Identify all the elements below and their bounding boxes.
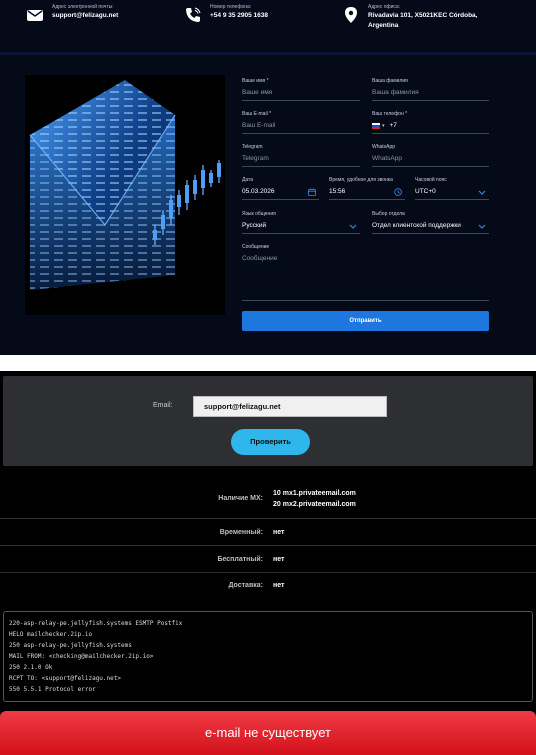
telegram-field: Telegram Telegram <box>242 143 360 167</box>
message-textarea[interactable]: Сообщение <box>242 251 489 301</box>
phone-icon <box>186 7 201 22</box>
email-checker-section: Email: support@felizagu.net Проверить На… <box>0 371 536 755</box>
location-pin-icon <box>345 7 357 23</box>
chevron-down-icon <box>478 224 486 229</box>
whatsapp-field: WhatsApp WhatsApp <box>372 143 489 167</box>
temporary-label: Временный: <box>219 529 263 536</box>
checker-panel: Email: support@felizagu.net Проверить <box>3 376 533 466</box>
contact-phone: Номер телефона: +54 9 35 2905 1638 <box>184 0 268 52</box>
phone-prefix: +7 <box>389 121 397 129</box>
row-divider <box>0 572 536 573</box>
telegram-input[interactable]: Telegram <box>242 151 360 167</box>
mx-label: Наличие MX: <box>218 495 263 502</box>
log-line: 250 2.1.0 Ok <box>9 664 53 671</box>
check-button[interactable]: Проверить <box>231 429 310 455</box>
temporary-value: нет <box>273 529 285 536</box>
free-label: Бесплатный: <box>217 556 263 563</box>
message-field: Сообщение Сообщение <box>242 243 489 301</box>
timezone-field: Часовой пояс UTC+0 <box>415 176 489 200</box>
chevron-down-icon <box>349 224 357 229</box>
clock-icon[interactable] <box>394 188 402 196</box>
email-check-label: Email: <box>153 402 173 409</box>
contact-address: Адрес офиса: Rivadavia 101, X5021KEC Cór… <box>342 0 477 52</box>
timezone-select[interactable]: UTC+0 <box>415 184 489 200</box>
phone-input[interactable]: ▾ +7 <box>372 118 489 134</box>
contact-address-line2: Argentina <box>368 22 399 29</box>
row-divider <box>0 545 536 546</box>
log-line: MAIL FROM: <checking@mailchecker.2ip.io> <box>9 653 154 660</box>
contact-phone-label: Номер телефона: <box>210 4 252 10</box>
contact-address-label: Адрес офиса: <box>368 4 401 10</box>
first-name-field: Ваше имя * Ваше имя <box>242 77 360 101</box>
log-line: 250 asp-relay-pe.jellyfish.systems <box>9 642 132 649</box>
contact-address-line1: Rivadavia 101, X5021KEC Córdoba, <box>368 12 478 19</box>
calendar-icon[interactable] <box>308 188 316 196</box>
contact-email: Адрес электронной почты: support@felizag… <box>26 0 118 52</box>
date-input[interactable]: 05.03.2026 <box>242 184 319 200</box>
result-banner: e-mail не существует <box>0 711 536 755</box>
divider <box>0 52 536 55</box>
email-field: Ваш E-mail * Ваш E-mail <box>242 110 360 134</box>
message-label: Сообщение <box>242 244 270 250</box>
department-field: Выбор отдела Отдел клиентской поддержки <box>372 210 489 234</box>
finance-envelope-illustration <box>25 75 225 315</box>
free-value: нет <box>273 556 285 563</box>
contact-email-label: Адрес электронной почты: <box>52 4 114 10</box>
email-check-input[interactable]: support@felizagu.net <box>193 396 387 417</box>
language-value: Русский <box>242 221 267 229</box>
mail-icon <box>27 10 43 21</box>
mx-record: 10 mx1.privateemail.com <box>273 490 356 497</box>
phone-field: Ваш телефон * ▾ +7 <box>372 110 489 134</box>
department-value: Отдел клиентской поддержки <box>372 221 461 229</box>
contact-form-section: Адрес электронной почты: support@felizag… <box>0 0 536 355</box>
whatsapp-input[interactable]: WhatsApp <box>372 151 489 167</box>
email-input[interactable]: Ваш E-mail <box>242 118 360 134</box>
mx-record: 20 mx2.privateemail.com <box>273 501 356 508</box>
first-name-input[interactable]: Ваше имя <box>242 85 360 101</box>
chevron-down-icon <box>478 190 486 195</box>
time-value: 15:56 <box>329 187 346 195</box>
delivery-value: нет <box>273 582 285 589</box>
log-line: 550 5.5.1 Protocol error <box>9 686 96 693</box>
delivery-label: Доставка: <box>228 582 263 589</box>
timezone-value: UTC+0 <box>415 187 436 195</box>
language-field: Язык общения Русский <box>242 210 360 234</box>
log-line: 220-asp-relay-pe.jellyfish.systems ESMTP… <box>9 620 183 627</box>
log-line: RCPT TO: <support@felizagu.net> <box>9 675 121 682</box>
time-field: Время, удобное для звонка 15:56 <box>329 176 405 200</box>
last-name-input[interactable]: Ваша фамилия <box>372 85 489 101</box>
time-input[interactable]: 15:56 <box>329 184 405 200</box>
contact-phone-value[interactable]: +54 9 35 2905 1638 <box>210 11 268 21</box>
smtp-log: 220-asp-relay-pe.jellyfish.systems ESMTP… <box>3 611 533 702</box>
date-field: Дата 05.03.2026 <box>242 176 319 200</box>
section-separator <box>0 355 536 371</box>
date-value: 05.03.2026 <box>242 187 275 195</box>
last-name-field: Ваша фамилия Ваша фамилия <box>372 77 489 101</box>
department-select[interactable]: Отдел клиентской поддержки <box>372 218 489 234</box>
row-divider <box>0 518 536 519</box>
contact-email-value[interactable]: support@felizagu.net <box>52 11 118 21</box>
log-line: HELO mailchecker.2ip.io <box>9 631 93 638</box>
country-chevron-icon[interactable]: ▾ <box>382 118 385 134</box>
language-select[interactable]: Русский <box>242 218 360 234</box>
russia-flag-icon[interactable] <box>372 122 380 129</box>
send-button[interactable]: Отправить <box>242 311 489 331</box>
